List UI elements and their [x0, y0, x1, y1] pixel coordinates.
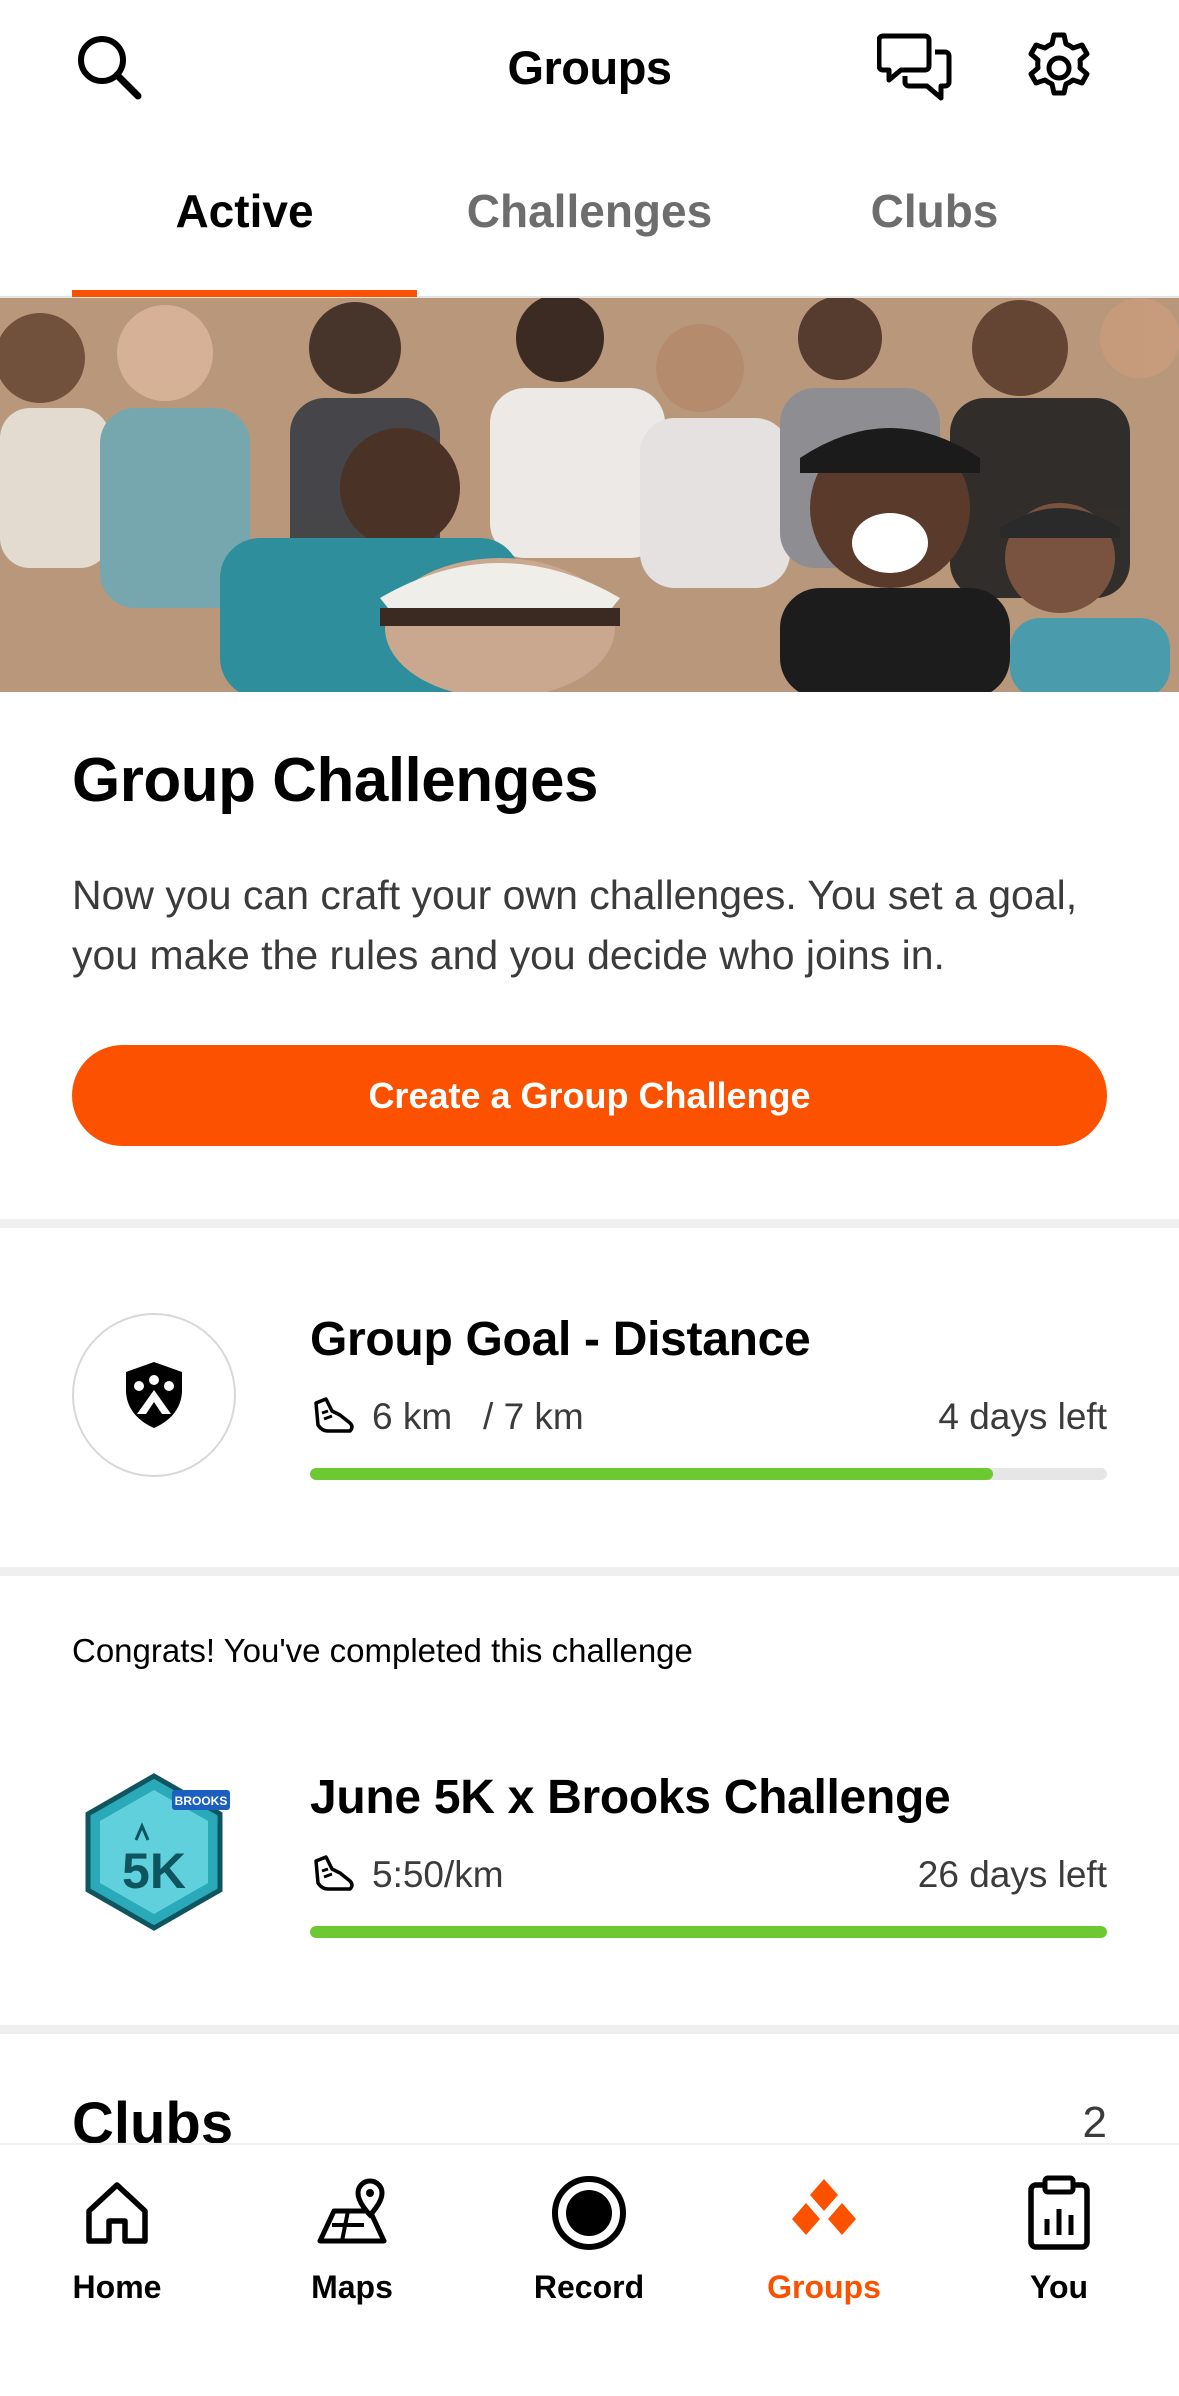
hero-image [0, 298, 1179, 692]
section-divider [0, 1219, 1179, 1228]
section-divider [0, 2025, 1179, 2034]
challenge-title: Group Goal - Distance [310, 1313, 811, 1366]
shoe-icon [310, 1392, 360, 1442]
progress-fill [310, 1468, 994, 1480]
tab-active[interactable]: Active [72, 184, 417, 238]
challenge-title: June 5K x Brooks Challenge [310, 1771, 951, 1824]
badge-5k-text: 5K [122, 1843, 186, 1899]
clubs-count: 2 [1082, 2098, 1107, 2147]
nav-home[interactable]: Home [27, 2163, 207, 2306]
group-shield-icon [72, 1313, 236, 1477]
challenge-progress-text: 5:50/km [372, 1854, 504, 1895]
bottom-nav: Home Maps Record Groups You [0, 2143, 1179, 2396]
nav-groups[interactable]: Groups [734, 2163, 914, 2306]
record-icon [499, 2163, 679, 2263]
badge-brand-text: BROOKS [175, 1794, 228, 1808]
challenge-progress-text: 6 km / 7 km [372, 1396, 584, 1437]
map-icon [262, 2163, 442, 2263]
nav-record[interactable]: Record [499, 2163, 679, 2306]
brooks-5k-badge-icon: 5K BROOKS [72, 1770, 236, 1934]
challenge-time-left: 26 days left [917, 1854, 1107, 1895]
promo-description: Now you can craft your own challenges. Y… [72, 872, 1078, 978]
nav-label: Record [533, 2269, 645, 2305]
tab-bar: Active Challenges Clubs [0, 150, 1179, 298]
promo-title: Group Challenges [72, 746, 598, 815]
home-icon [27, 2163, 207, 2263]
clipboard-chart-icon [969, 2163, 1149, 2263]
page-title: Groups [507, 41, 672, 94]
nav-label: Home [72, 2269, 162, 2305]
nav-label: Groups [767, 2269, 881, 2305]
active-tab-indicator [72, 290, 417, 297]
progress-bar [310, 1468, 1107, 1480]
nav-label: You [1029, 2269, 1089, 2305]
progress-fill [310, 1926, 1107, 1938]
nav-maps[interactable]: Maps [262, 2163, 442, 2306]
tab-challenges[interactable]: Challenges [417, 184, 762, 238]
tab-clubs[interactable]: Clubs [762, 184, 1107, 238]
section-divider [0, 1567, 1179, 1576]
challenge-meta: 5:50/km 26 days left [310, 1850, 1107, 1900]
groups-icon [734, 2163, 914, 2263]
nav-label: Maps [311, 2269, 393, 2305]
congrats-message: Congrats! You've completed this challeng… [72, 1632, 693, 1669]
gear-icon[interactable] [1019, 26, 1099, 106]
chat-icon[interactable] [875, 26, 955, 106]
shoe-icon [310, 1850, 360, 1900]
nav-you[interactable]: You [969, 2163, 1149, 2306]
header: Groups [0, 0, 1179, 135]
challenge-time-left: 4 days left [938, 1396, 1107, 1437]
challenge-meta: 6 km / 7 km 4 days left [310, 1392, 1107, 1442]
create-group-challenge-button[interactable]: Create a Group Challenge [72, 1045, 1107, 1146]
progress-bar [310, 1926, 1107, 1938]
